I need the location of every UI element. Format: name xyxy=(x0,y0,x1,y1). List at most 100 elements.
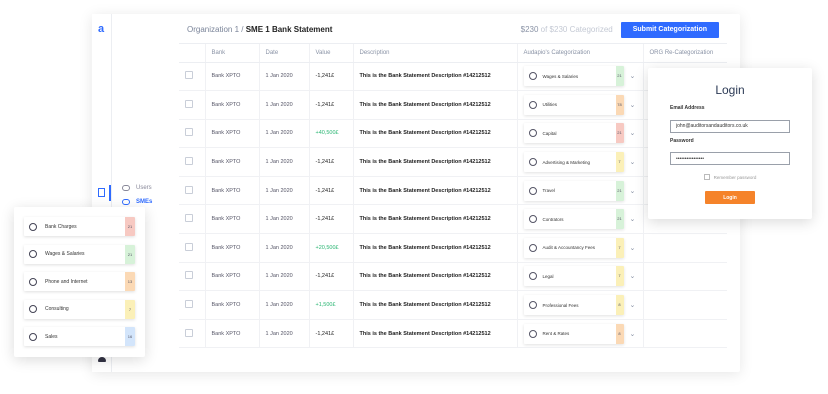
categorization-cell: Utilities 78 ⌄ xyxy=(517,90,644,120)
category-dropdown[interactable]: Wages & Salaries 21 xyxy=(523,66,624,87)
category-label: Professional Fees xyxy=(542,302,579,308)
breadcrumb: Organization 1 / SME 1 Bank Statement xyxy=(187,25,332,34)
value-cell: -1,241£ xyxy=(309,319,354,349)
column-header-description[interactable]: Description xyxy=(353,44,518,63)
chat-icon xyxy=(29,305,37,313)
row-checkbox[interactable] xyxy=(185,185,193,194)
recategorization-cell[interactable] xyxy=(643,262,727,292)
count-rest: of $230 Categorized xyxy=(538,25,613,34)
column-header-org-recategorization[interactable]: ORG Re-Categorization xyxy=(643,44,727,63)
login-button[interactable]: Login xyxy=(705,191,755,204)
side-nav: Users SMEs xyxy=(122,181,152,209)
row-select-cell xyxy=(179,90,206,120)
chevron-down-icon[interactable]: ⌄ xyxy=(624,301,636,309)
row-select-cell xyxy=(179,147,206,177)
column-header-value[interactable]: Value xyxy=(309,44,354,63)
category-option[interactable]: Bank Charges 21 xyxy=(24,217,135,236)
chevron-down-icon[interactable]: ⌄ xyxy=(624,101,636,109)
row-checkbox[interactable] xyxy=(185,242,193,251)
category-dropdown[interactable]: Capital 21 xyxy=(523,123,624,144)
category-dropdown[interactable]: Advertising & Marketing 7 xyxy=(523,152,624,173)
category-dropdown[interactable]: Utilities 78 xyxy=(523,94,624,115)
row-select-cell xyxy=(179,233,206,263)
column-header-bank[interactable]: Bank xyxy=(205,44,260,63)
chat-icon xyxy=(528,301,537,310)
row-checkbox[interactable] xyxy=(185,157,193,166)
confidence-badge: 7 xyxy=(615,237,624,258)
column-header-audapio-categorization[interactable]: Audapio's Categorization xyxy=(517,44,644,63)
description-cell: This is the Bank Statement Description #… xyxy=(353,176,518,206)
recategorization-cell[interactable] xyxy=(643,319,727,349)
row-checkbox[interactable] xyxy=(185,300,193,309)
table-row[interactable]: Bank XPTO 1 Jan 2020 -1,241£ This is the Ba… xyxy=(179,262,727,292)
sidenav-item-users[interactable]: Users xyxy=(122,181,152,195)
table-row[interactable]: Bank XPTO 1 Jan 2020 -1,241£ This is the Ba… xyxy=(179,147,727,177)
category-label: Audit & Accountancy Fees xyxy=(542,245,596,251)
submit-categorization-button[interactable]: Submit Categorization xyxy=(620,21,719,38)
category-dropdown[interactable]: Professional Fees 8 xyxy=(523,295,624,316)
table-row[interactable]: Bank XPTO 1 Jan 2020 -1,241£ This is the Ba… xyxy=(179,90,727,120)
chevron-down-icon[interactable]: ⌄ xyxy=(624,215,636,223)
chevron-down-icon[interactable]: ⌄ xyxy=(624,272,636,280)
count-done: $230 xyxy=(520,25,539,34)
table-row[interactable]: Bank XPTO 1 Jan 2020 +1,500£ This is the Ba… xyxy=(179,290,727,320)
sidenav-item-label: SMEs xyxy=(136,199,153,205)
categorization-cell: Contrators 21 ⌄ xyxy=(517,204,644,235)
recategorization-cell[interactable] xyxy=(643,290,727,320)
table-row[interactable]: Bank XPTO 1 Jan 2020 +20,500£ This is the B… xyxy=(179,233,727,263)
table-row[interactable]: Bank XPTO 1 Jan 2020 -1,241£ This is the Ba… xyxy=(179,62,727,92)
row-checkbox[interactable] xyxy=(185,214,193,223)
table-row[interactable]: Bank XPTO 1 Jan 2020 -1,241£ This is the Ba… xyxy=(179,176,727,206)
row-checkbox[interactable] xyxy=(185,271,193,280)
password-field[interactable] xyxy=(670,152,790,165)
password-label: Password xyxy=(670,137,694,144)
category-dropdown[interactable]: Legal 7 xyxy=(523,266,624,287)
category-option[interactable]: Phone and Internet 13 xyxy=(24,272,135,291)
category-dropdown[interactable]: Travel 21 xyxy=(523,180,624,201)
table-row[interactable]: Bank XPTO 1 Jan 2020 -1,241£ This is the Ba… xyxy=(179,204,727,235)
bank-cell: Bank XPTO xyxy=(205,62,260,92)
category-dropdown[interactable]: Rent & Rates 8 xyxy=(523,323,624,344)
table-row[interactable]: Bank XPTO 1 Jan 2020 -1,241£ This is the Ba… xyxy=(179,319,727,349)
row-select-cell xyxy=(179,204,206,235)
email-field[interactable] xyxy=(670,119,790,133)
category-option-label: Phone and Internet xyxy=(45,278,88,285)
category-option[interactable]: Wages & Salaries 21 xyxy=(24,244,135,264)
table-row[interactable]: Bank XPTO 1 Jan 2020 +40,500£ This is the B… xyxy=(179,119,727,149)
row-checkbox[interactable] xyxy=(185,99,193,108)
row-select-cell xyxy=(179,62,206,92)
target-icon xyxy=(29,222,37,231)
chevron-down-icon[interactable]: ⌄ xyxy=(624,158,636,166)
category-dropdown[interactable]: Audit & Accountancy Fees 7 xyxy=(523,237,624,258)
row-checkbox[interactable] xyxy=(185,71,193,80)
description-cell: This is the Bank Statement Description #… xyxy=(353,233,518,263)
chevron-down-icon[interactable]: ⌄ xyxy=(624,187,636,195)
category-option[interactable]: Sales 16 xyxy=(24,327,135,346)
recategorization-cell[interactable] xyxy=(643,233,727,263)
row-checkbox[interactable] xyxy=(185,128,193,137)
categorization-cell: Travel 21 ⌄ xyxy=(517,176,644,206)
confidence-badge: 21 xyxy=(125,217,135,236)
remember-checkbox[interactable] xyxy=(703,174,710,180)
categorization-cell: Advertising & Marketing 7 ⌄ xyxy=(517,147,644,177)
app-logo[interactable]: a xyxy=(98,23,104,35)
chevron-down-icon[interactable]: ⌄ xyxy=(624,72,636,80)
chevron-down-icon[interactable]: ⌄ xyxy=(624,129,636,137)
bank-cell: Bank XPTO xyxy=(205,204,260,235)
chat-icon xyxy=(528,272,537,281)
column-header-date[interactable]: Date xyxy=(259,44,310,63)
row-checkbox[interactable] xyxy=(185,328,193,337)
category-option-label: Bank Charges xyxy=(45,223,77,230)
statements-nav-icon[interactable] xyxy=(93,185,111,201)
category-option[interactable]: Consulting 7 xyxy=(24,299,135,319)
date-cell: 1 Jan 2020 xyxy=(259,233,310,263)
category-label: Rent & Rates xyxy=(542,331,570,337)
settings-icon[interactable] xyxy=(98,357,106,362)
remember-password[interactable]: Remember password xyxy=(670,174,790,180)
category-dropdown[interactable]: Contrators 21 xyxy=(523,209,624,230)
breadcrumb-org[interactable]: Organization 1 / xyxy=(187,25,243,34)
description-cell: This is the Bank Statement Description #… xyxy=(353,119,518,149)
chevron-down-icon[interactable]: ⌄ xyxy=(624,330,636,338)
chevron-down-icon[interactable]: ⌄ xyxy=(624,244,636,252)
value-cell: -1,241£ xyxy=(309,90,354,120)
